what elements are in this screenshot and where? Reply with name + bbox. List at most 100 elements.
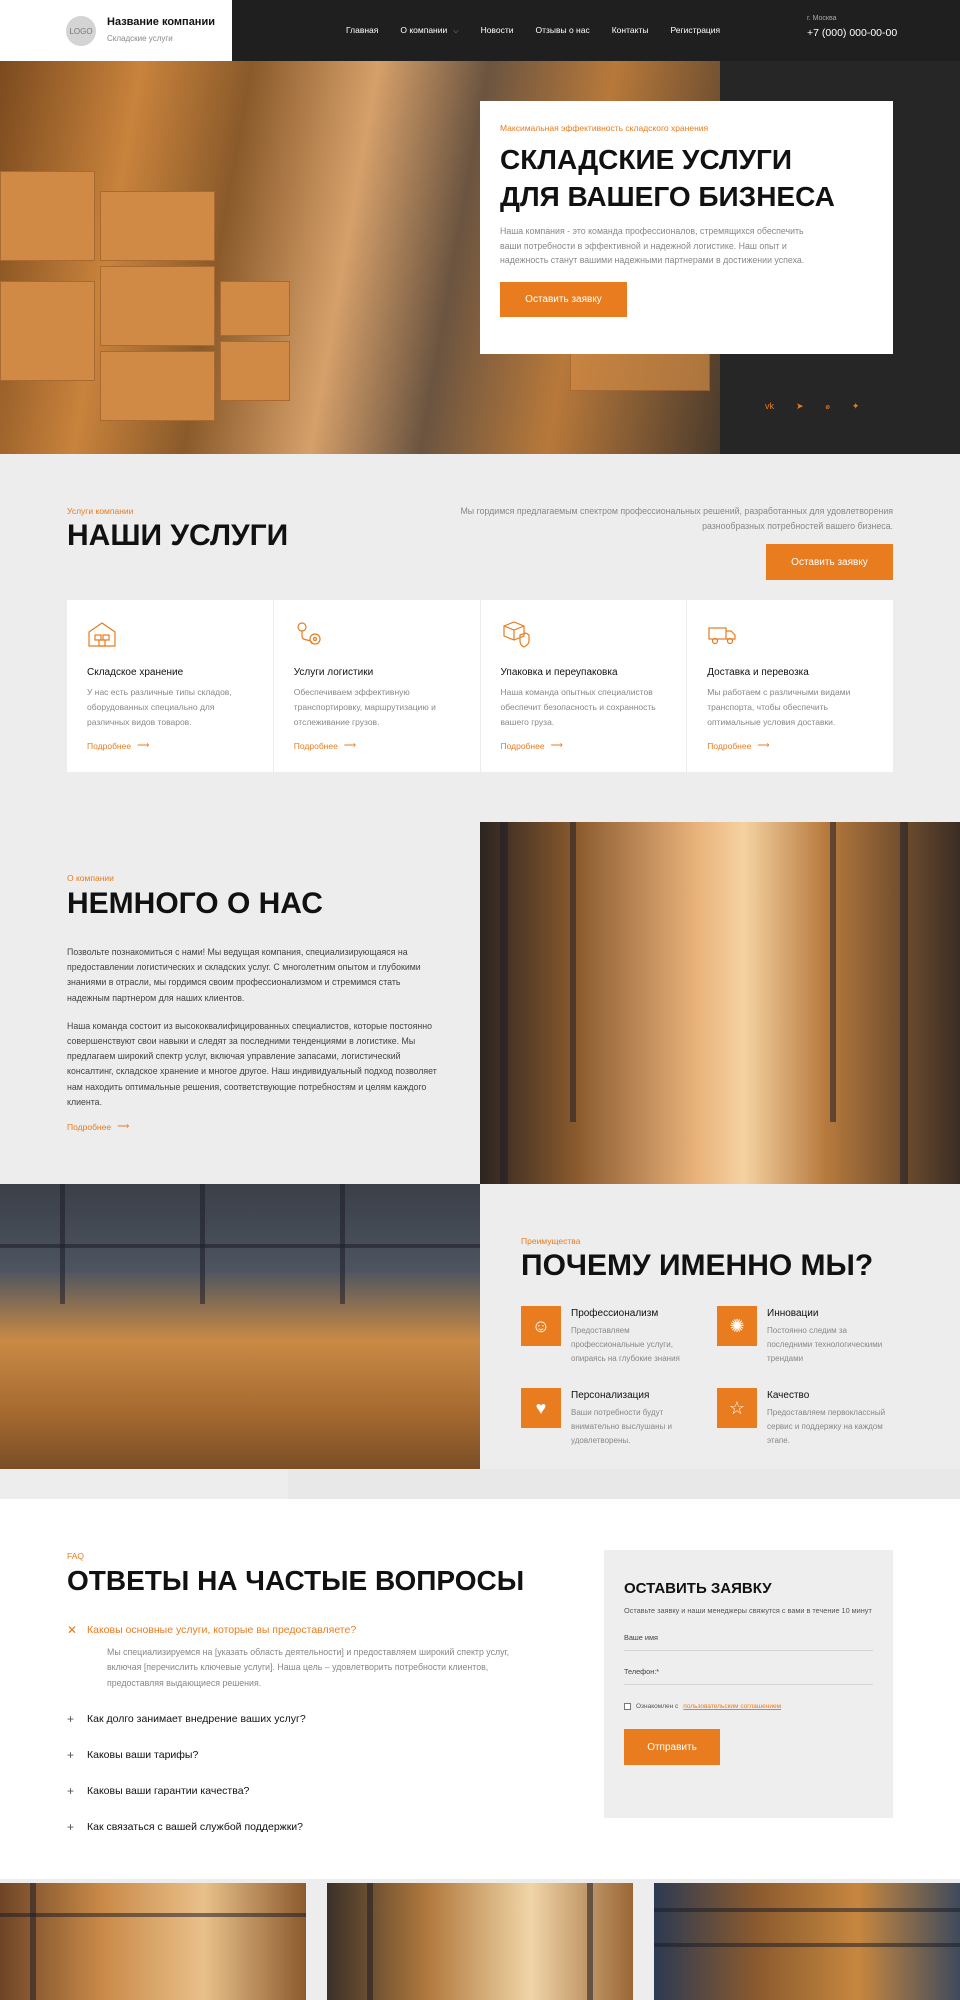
services-description: Мы гордимся предлагаемым спектром профес…	[460, 506, 893, 531]
hero-request-button[interactable]: Оставить заявку	[500, 281, 627, 317]
feature-text: Предоставляем первоклассный сервис и под…	[767, 1408, 886, 1445]
logo[interactable]: LOGO	[66, 16, 96, 46]
nav-about[interactable]: О компании ⌵	[400, 25, 458, 36]
nav-registration[interactable]: Регистрация	[670, 25, 720, 36]
form-title: ОСТАВИТЬ ЗАЯВКУ	[624, 1580, 772, 1597]
more-label: Подробнее	[293, 740, 338, 751]
consent-row: Ознакомлен с пользовательским соглашение…	[624, 1703, 873, 1710]
service-card: Упаковка и переупаковка Наша команда опы…	[481, 600, 688, 772]
arrow-right-icon: ⟶	[550, 740, 563, 750]
nav-home[interactable]: Главная	[346, 25, 378, 36]
service-more-link[interactable]: Подробнее ⟶	[294, 740, 356, 751]
consent-checkbox[interactable]	[624, 1703, 631, 1710]
about-warehouse-image	[480, 822, 960, 1184]
hero-card: Максимальная эффективность складского хр…	[480, 101, 893, 354]
phone-field[interactable]: Телефон:*	[624, 1651, 873, 1685]
truck-icon	[708, 627, 736, 645]
user-agreement-link[interactable]: пользовательским соглашением	[683, 1703, 781, 1710]
service-more-link[interactable]: Подробнее ⟶	[87, 740, 149, 751]
close-icon: ✕	[67, 1623, 78, 1637]
arrow-right-icon: ⟶	[757, 740, 770, 750]
service-card-title: Доставка и перевозка	[707, 667, 809, 678]
service-card-text: Обеспечиваем эффективную транспортировку…	[293, 687, 436, 727]
about-text: Позвольте познакомиться с нами! Мы ведущ…	[67, 945, 437, 1110]
feature-title: Инновации	[767, 1308, 819, 1319]
hero-text: Наша компания - это команда профессионал…	[500, 226, 805, 265]
main-nav: Главная О компании ⌵ Новости Отзывы о нас…	[346, 25, 720, 36]
innovation-icon: ✺	[717, 1306, 757, 1346]
consent-text: Ознакомлен с	[636, 1703, 679, 1710]
arrow-right-icon: ⟶	[343, 740, 357, 750]
gallery-image	[654, 1883, 960, 2000]
arrow-right-icon: ⟶	[117, 1121, 130, 1131]
request-form: ОСТАВИТЬ ЗАЯВКУ Оставьте заявку и наши м…	[604, 1550, 893, 1818]
why-title: ПОЧЕМУ ИМЕННО МЫ?	[521, 1249, 874, 1282]
vk-icon[interactable]: vk	[765, 401, 774, 412]
arrow-right-icon: ⟶	[137, 740, 150, 750]
plus-icon: +	[67, 1748, 75, 1762]
nav-contacts[interactable]: Контакты	[612, 25, 649, 36]
nav-about-label: О компании	[400, 25, 448, 35]
hero-section: Максимальная эффективность складского хр…	[0, 61, 960, 454]
form-subtitle: Оставьте заявку и наши менеджеры свяжутс…	[624, 1606, 872, 1615]
service-card: Складское хранение У нас есть различные …	[67, 600, 274, 772]
feature-title: Персонализация	[571, 1390, 650, 1401]
faq-question-open[interactable]: ✕ Каковы основные услуги, которые вы пре…	[67, 1623, 356, 1637]
person-icon: ☺	[521, 1306, 561, 1346]
name-field[interactable]: Ваше имя	[624, 1617, 873, 1651]
city-label: г. Москва	[807, 15, 837, 22]
logo-block[interactable]: LOGO Название компании Складские услуги	[0, 0, 232, 61]
telegram-icon[interactable]: ➤	[796, 401, 804, 412]
services-tag: Услуги компании	[67, 506, 134, 516]
service-card-title: Услуги логистики	[293, 667, 374, 678]
faq-question[interactable]: + Каковы ваши гарантии качества?	[67, 1784, 249, 1798]
decor-strip	[288, 1469, 960, 1499]
faq-tag: FAQ	[67, 1551, 85, 1561]
why-warehouse-image	[0, 1184, 480, 1469]
why-tag: Преимущества	[521, 1236, 581, 1246]
faq-question-text: Как долго занимает внедрение ваших услуг…	[87, 1713, 306, 1725]
submit-button[interactable]: Отправить	[624, 1729, 720, 1765]
feature-title: Профессионализм	[571, 1308, 659, 1319]
route-pin-icon	[297, 622, 321, 645]
services-request-button[interactable]: Оставить заявку	[766, 544, 893, 580]
feature-text: Предоставляем профессиональные услуги, о…	[571, 1326, 680, 1363]
service-card-text: Наша команда опытных специалистов обеспе…	[500, 687, 656, 727]
service-more-link[interactable]: Подробнее ⟶	[707, 740, 769, 751]
faq-question[interactable]: + Как долго занимает внедрение ваших усл…	[67, 1712, 306, 1726]
faq-title: ОТВЕТЫ НА ЧАСТЫЕ ВОПРОСЫ	[67, 1565, 525, 1596]
gallery-image	[0, 1883, 306, 2000]
service-card-text: Мы работаем с различными видами транспор…	[707, 687, 851, 727]
chevron-down-icon: ⌵	[453, 28, 459, 35]
about-more-link[interactable]: Подробнее ⟶	[67, 1121, 129, 1132]
faq-question-text: Каковы основные услуги, которые вы предо…	[87, 1624, 357, 1636]
hero-tagline: Максимальная эффективность складского хр…	[500, 123, 709, 133]
about-title: НЕМНОГО О НАС	[67, 887, 323, 920]
more-label: Подробнее	[67, 1121, 112, 1132]
nav-reviews[interactable]: Отзывы о нас	[535, 25, 589, 36]
odnoklassniki-icon[interactable]: ꭷ	[826, 401, 830, 412]
faq-question-text: Каковы ваши тарифы?	[87, 1749, 199, 1761]
faq-question[interactable]: + Каковы ваши тарифы?	[67, 1748, 198, 1762]
package-shield-icon	[502, 621, 530, 648]
hero-title: СКЛАДСКИЕ УСЛУГИ ДЛЯ ВАШЕГО БИЗНЕСА	[500, 141, 873, 215]
warehouse-icon	[88, 622, 116, 647]
phone-link[interactable]: +7 (000) 000-00-00	[807, 27, 897, 39]
more-label: Подробнее	[87, 740, 132, 751]
social-links: vk ➤ ꭷ ✦	[765, 401, 859, 412]
plus-icon: +	[67, 1712, 75, 1726]
site-header: LOGO Название компании Складские услуги …	[0, 0, 960, 61]
twitter-icon[interactable]: ✦	[852, 401, 860, 412]
service-more-link[interactable]: Подробнее ⟶	[501, 740, 563, 751]
company-name: Название компании	[107, 16, 215, 28]
feature-text: Постоянно следим за последними технологи…	[767, 1326, 883, 1363]
services-cards: Складское хранение У нас есть различные …	[67, 600, 893, 772]
faq-question[interactable]: + Как связаться с вашей службой поддержк…	[67, 1820, 303, 1834]
nav-news[interactable]: Новости	[481, 25, 514, 36]
hero-title-line-1: СКЛАДСКИЕ УСЛУГИ	[500, 144, 793, 175]
faq-answer: Мы специализируемся на [указать область …	[107, 1647, 510, 1688]
about-tag: О компании	[67, 873, 114, 883]
gallery-image	[327, 1883, 633, 2000]
company-subtitle: Складские услуги	[107, 34, 173, 43]
service-card-text: У нас есть различные типы складов, обору…	[87, 687, 232, 727]
